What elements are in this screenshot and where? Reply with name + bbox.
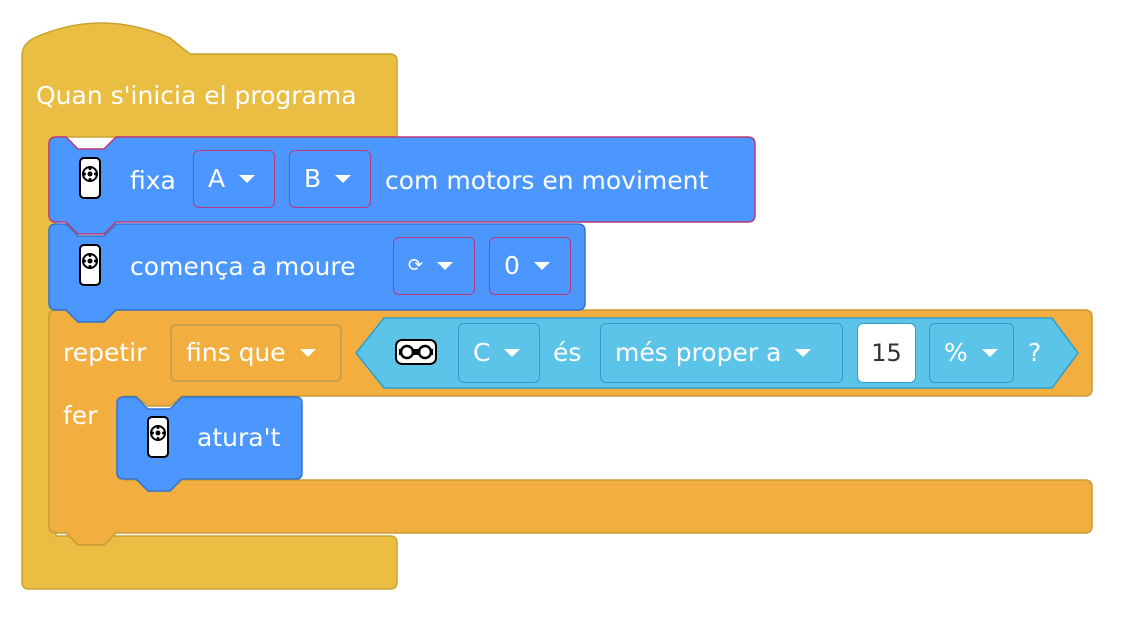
- sensor-port-dropdown[interactable]: C: [458, 323, 540, 383]
- chevron-down-icon: [981, 349, 998, 357]
- repeat-label: repetir: [63, 338, 147, 367]
- question-mark: ?: [1028, 338, 1042, 367]
- start-moving-label: comença a moure: [130, 252, 356, 281]
- unit-value: %: [944, 338, 968, 367]
- motor-pair-icon: [79, 244, 101, 286]
- distance-sensor-icon: [395, 339, 437, 365]
- chevron-down-icon: [437, 262, 454, 270]
- distance-value: 15: [871, 339, 902, 367]
- motor-port-a-value: A: [208, 164, 226, 193]
- steering-value: 0: [504, 251, 520, 280]
- condition-verb: és: [553, 338, 582, 367]
- do-label: fer: [63, 401, 98, 430]
- chevron-down-icon: [795, 349, 812, 357]
- set-motors-suffix: com motors en moviment: [385, 166, 709, 195]
- repeat-mode-value: fins que: [186, 338, 286, 367]
- motor-pair-icon: [147, 416, 169, 458]
- stop-label: atura't: [197, 423, 281, 452]
- motor-port-a-dropdown[interactable]: A: [193, 150, 275, 208]
- comparison-dropdown[interactable]: més proper a: [600, 323, 843, 383]
- hat-label: Quan s'inicia el programa: [36, 81, 357, 110]
- clockwise-icon: ⟳: [408, 255, 424, 276]
- chevron-down-icon: [239, 175, 256, 183]
- motor-pair-icon: [79, 157, 101, 199]
- chevron-down-icon: [533, 262, 550, 270]
- repeat-mode-dropdown[interactable]: fins que: [170, 324, 342, 382]
- direction-dropdown[interactable]: ⟳: [393, 237, 475, 295]
- chevron-down-icon: [335, 175, 352, 183]
- motor-port-b-value: B: [304, 164, 322, 193]
- distance-value-input[interactable]: 15: [857, 323, 916, 383]
- unit-dropdown[interactable]: %: [929, 323, 1014, 383]
- comparison-value: més proper a: [615, 338, 782, 367]
- chevron-down-icon: [504, 349, 521, 357]
- sensor-port-value: C: [473, 338, 491, 367]
- motor-port-b-dropdown[interactable]: B: [289, 150, 371, 208]
- steering-dropdown[interactable]: 0: [489, 237, 571, 295]
- chevron-down-icon: [299, 349, 316, 357]
- set-label: fixa: [130, 166, 176, 195]
